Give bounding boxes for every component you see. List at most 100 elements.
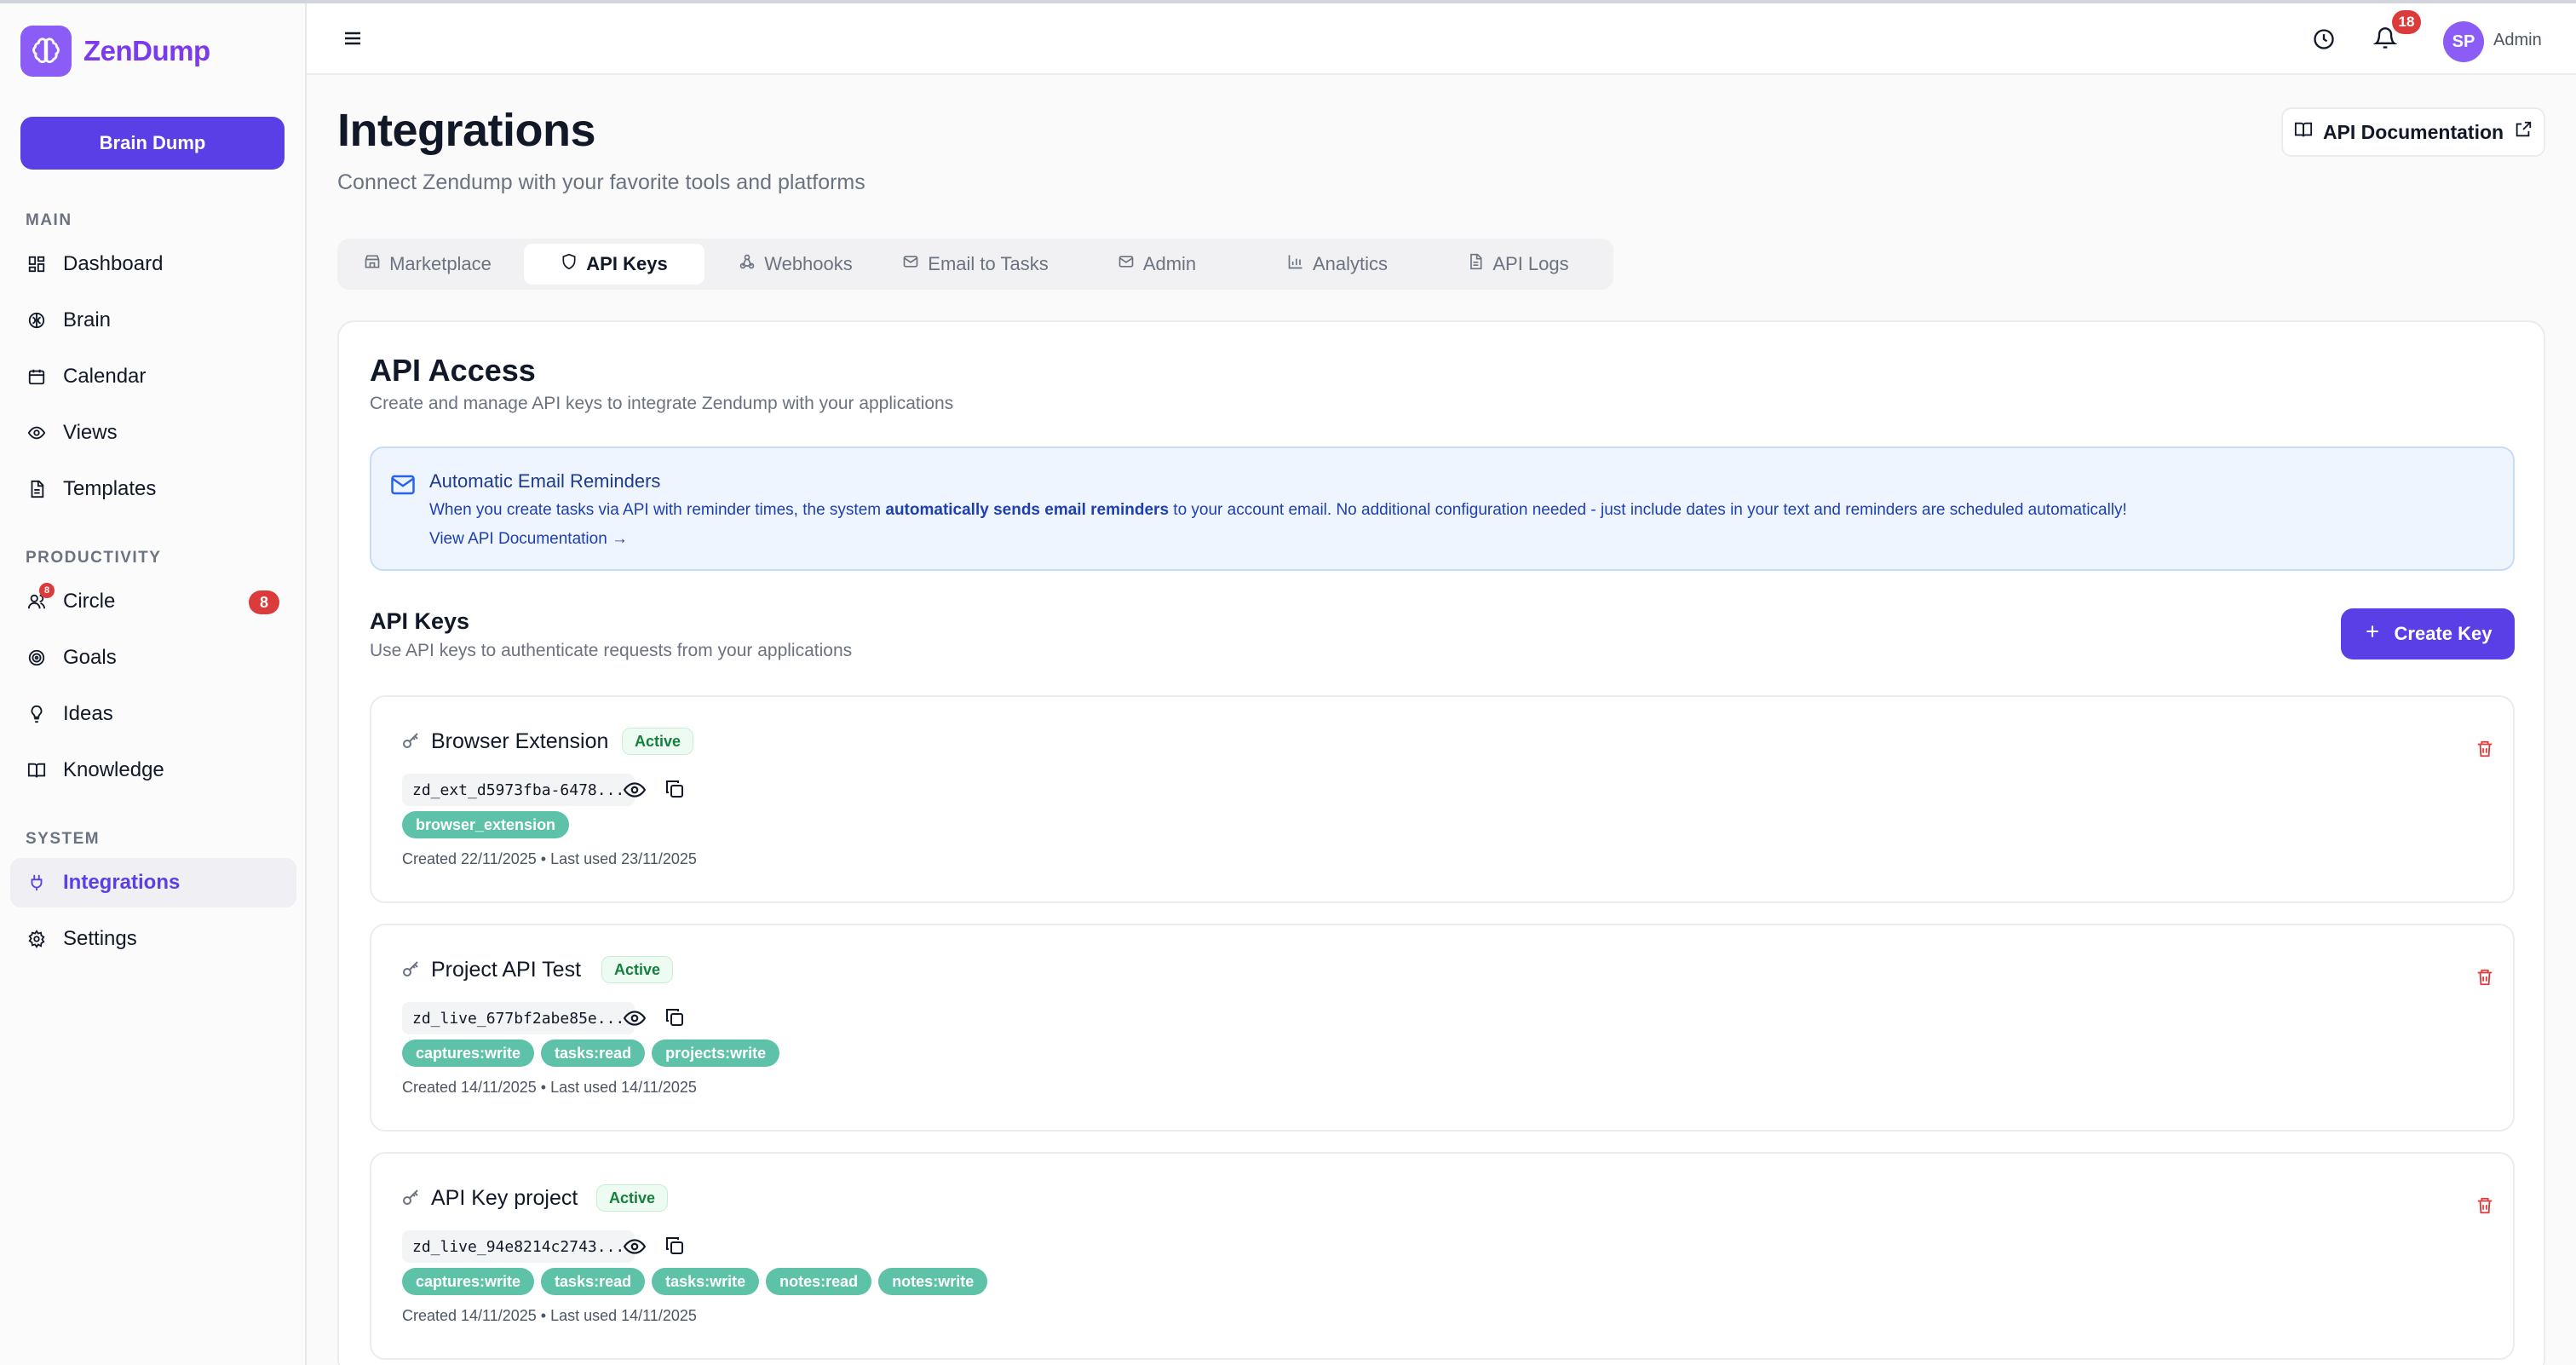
reveal-key-eye-icon[interactable] xyxy=(623,780,647,803)
api-access-subtitle: Create and manage API keys to integrate … xyxy=(370,394,954,413)
sidebar-item-label: Brain xyxy=(63,308,112,331)
user-role[interactable]: Admin xyxy=(2493,31,2542,50)
section-label-system: SYSTEM xyxy=(26,830,101,848)
tab-admin[interactable]: Admin xyxy=(1067,244,1247,285)
shield-icon xyxy=(561,253,578,275)
key-meta: Created 14/11/2025 • Last used 14/11/202… xyxy=(402,1307,697,1324)
book-open-icon xyxy=(2294,120,2313,144)
mail-icon xyxy=(902,253,919,275)
copy-key-icon[interactable] xyxy=(664,1235,685,1260)
create-key-label: Create Key xyxy=(2394,623,2493,644)
api-documentation-label: API Documentation xyxy=(2322,120,2504,143)
scope-tag: notes:write xyxy=(878,1268,988,1295)
scope-tag: projects:write xyxy=(652,1040,780,1067)
tab-label: Email to Tasks xyxy=(928,253,1049,274)
target-icon xyxy=(26,647,48,669)
sidebar-item-label: Calendar xyxy=(63,365,147,388)
key-icon xyxy=(400,731,421,756)
copy-key-icon[interactable] xyxy=(664,1007,685,1032)
key-scopes: browser_extension xyxy=(402,811,570,838)
app-name: ZenDump xyxy=(83,35,210,66)
sidebar-item-label: Knowledge xyxy=(63,758,164,781)
page-subtitle: Connect Zendump with your favorite tools… xyxy=(337,170,865,194)
top-bar: 18 SP Admin xyxy=(307,3,2576,75)
scope-tag: captures:write xyxy=(402,1040,535,1067)
key-scopes: captures:write tasks:read tasks:write no… xyxy=(402,1268,988,1295)
eye-icon xyxy=(26,422,48,444)
api-access-card: API Access Create and manage API keys to… xyxy=(337,320,2545,1365)
tab-api-keys[interactable]: API Keys xyxy=(524,244,704,285)
copy-key-icon[interactable] xyxy=(664,779,685,803)
status-badge: Active xyxy=(596,1184,669,1212)
menu-icon[interactable] xyxy=(342,29,363,52)
sidebar-item-label: Templates xyxy=(63,477,157,500)
sidebar-item-ideas[interactable]: Ideas xyxy=(10,689,296,739)
avatar[interactable]: SP xyxy=(2443,21,2484,62)
app-logo[interactable]: ZenDump xyxy=(20,26,210,77)
sidebar-item-calendar[interactable]: Calendar xyxy=(10,352,296,401)
sidebar-item-circle[interactable]: 8 Circle 8 xyxy=(10,577,296,626)
scope-tag: tasks:read xyxy=(541,1268,646,1295)
webhook-icon xyxy=(739,253,756,275)
key-meta: Created 14/11/2025 • Last used 14/11/202… xyxy=(402,1079,697,1096)
sidebar-item-dashboard[interactable]: Dashboard xyxy=(10,239,296,289)
sidebar-item-brain[interactable]: Brain xyxy=(10,296,296,345)
delete-key-trash-icon[interactable] xyxy=(2475,1196,2494,1219)
brain-icon xyxy=(26,309,48,331)
sidebar-item-templates[interactable]: Templates xyxy=(10,464,296,514)
key-value: zd_ext_d5973fba-6478... xyxy=(402,774,635,806)
delete-key-trash-icon[interactable] xyxy=(2475,740,2494,763)
view-api-docs-link[interactable]: View API Documentation → xyxy=(429,530,628,549)
tab-label: Marketplace xyxy=(389,253,492,274)
info-text-part: When you create tasks via API with remin… xyxy=(429,501,886,519)
sidebar-item-label: Circle xyxy=(63,590,116,613)
sidebar-item-views[interactable]: Views xyxy=(10,408,296,458)
clock-icon[interactable] xyxy=(2312,27,2336,55)
integration-tabs: Marketplace API Keys Webhooks Email to T… xyxy=(337,239,1613,290)
api-documentation-button[interactable]: API Documentation xyxy=(2281,107,2545,157)
scope-tag: notes:read xyxy=(766,1268,872,1295)
file-text-icon xyxy=(1467,253,1484,275)
circle-count-badge: 8 xyxy=(249,590,279,614)
document-icon xyxy=(26,478,48,500)
users-icon: 8 xyxy=(26,583,55,613)
bell-icon[interactable] xyxy=(2372,26,2398,55)
api-key-card: Browser Extension Active zd_ext_d5973fba… xyxy=(370,695,2515,903)
sidebar-item-label: Dashboard xyxy=(63,252,164,275)
tab-api-logs[interactable]: API Logs xyxy=(1428,244,1608,285)
circle-icon-badge: 8 xyxy=(39,583,55,598)
external-link-icon xyxy=(2514,120,2533,144)
api-keys-subtitle: Use API keys to authenticate requests fr… xyxy=(370,641,853,660)
tab-label: API Logs xyxy=(1492,253,1569,274)
sidebar-item-integrations[interactable]: Integrations xyxy=(10,858,296,907)
plus-icon xyxy=(2364,623,2381,645)
sidebar-item-settings[interactable]: Settings xyxy=(10,914,296,964)
tab-label: Analytics xyxy=(1312,253,1389,274)
sidebar-item-label: Settings xyxy=(63,927,137,950)
brain-dump-button[interactable]: Brain Dump xyxy=(20,117,285,170)
notification-count-badge: 18 xyxy=(2392,10,2421,34)
section-label-main: MAIN xyxy=(26,211,72,229)
tab-webhooks[interactable]: Webhooks xyxy=(705,244,886,285)
key-scopes: captures:write tasks:read projects:write xyxy=(402,1040,780,1067)
api-keys-title: API Keys xyxy=(370,608,470,634)
api-key-card: API Key project Active zd_live_94e8214c2… xyxy=(370,1152,2515,1360)
delete-key-trash-icon[interactable] xyxy=(2475,968,2494,991)
sidebar-item-label: Integrations xyxy=(63,871,181,894)
sidebar-item-goals[interactable]: Goals xyxy=(10,633,296,682)
section-label-productivity: PRODUCTIVITY xyxy=(26,549,162,567)
plug-icon xyxy=(26,872,48,894)
key-icon xyxy=(400,959,421,984)
page-title: Integrations xyxy=(337,105,596,156)
sidebar-item-label: Views xyxy=(63,421,118,444)
info-text-part: to your account email. No additional con… xyxy=(1169,501,2127,519)
create-key-button[interactable]: Create Key xyxy=(2341,608,2515,659)
tab-analytics[interactable]: Analytics xyxy=(1247,244,1428,285)
tab-marketplace[interactable]: Marketplace xyxy=(337,244,518,285)
sidebar-item-knowledge[interactable]: Knowledge xyxy=(10,746,296,795)
reveal-key-eye-icon[interactable] xyxy=(623,1009,647,1032)
sidebar-item-label: Goals xyxy=(63,646,117,669)
book-icon xyxy=(26,759,48,781)
tab-email-to-tasks[interactable]: Email to Tasks xyxy=(885,244,1066,285)
reveal-key-eye-icon[interactable] xyxy=(623,1237,647,1260)
